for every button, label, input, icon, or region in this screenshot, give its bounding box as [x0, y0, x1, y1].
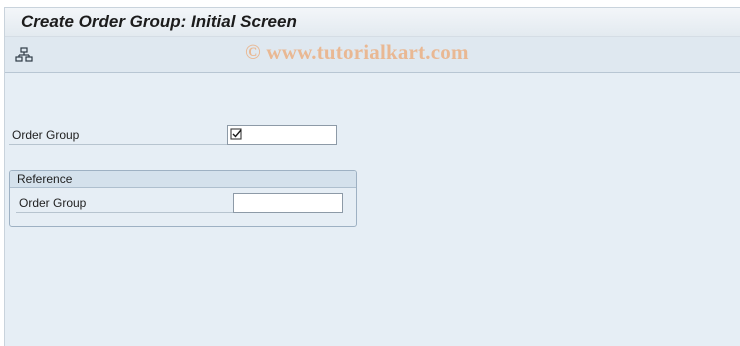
required-check-icon — [230, 128, 242, 140]
order-group-label: Order Group — [12, 128, 80, 142]
reference-order-group-input[interactable] — [233, 193, 343, 213]
reference-order-group-row: Order Group — [16, 194, 234, 213]
reference-order-group-label: Order Group — [19, 196, 87, 210]
watermark-text: © www.tutorialkart.com — [245, 40, 469, 64]
title-bar: Create Order Group: Initial Screen — [5, 8, 740, 37]
order-group-input[interactable] — [227, 125, 337, 145]
reference-group-header: Reference — [10, 171, 356, 188]
order-group-row: Order Group — [9, 126, 227, 145]
reference-group-title: Reference — [17, 172, 73, 186]
screen-title: Create Order Group: Initial Screen — [21, 12, 297, 31]
application-toolbar: © www.tutorialkart.com — [5, 37, 740, 73]
hierarchy-structure-icon[interactable] — [14, 46, 34, 64]
reference-group-box: Reference Order Group — [9, 170, 357, 227]
sap-window: Create Order Group: Initial Screen © www… — [4, 7, 740, 346]
